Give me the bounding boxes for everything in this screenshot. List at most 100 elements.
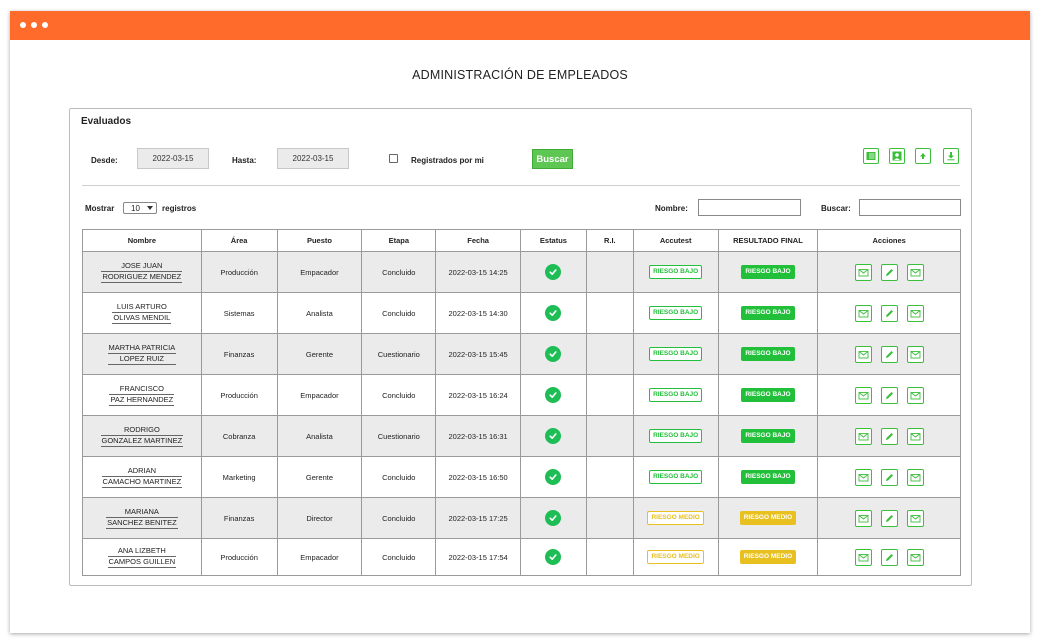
registrados-checkbox[interactable] xyxy=(389,154,398,163)
search-input[interactable] xyxy=(859,199,961,216)
registrados-label: Registrados por mi xyxy=(411,156,484,165)
cell-area: Producción xyxy=(200,375,277,415)
cell-acciones xyxy=(817,457,960,497)
edit-pencil-icon xyxy=(884,431,895,442)
buscar-button[interactable]: Buscar xyxy=(532,149,573,169)
cell-acciones xyxy=(817,252,960,292)
employee-name-link[interactable]: RODRIGO GONZALEZ MARTINEZ xyxy=(100,425,184,447)
employee-last-name[interactable]: LOPEZ RUIZ xyxy=(107,354,177,365)
download-button[interactable] xyxy=(943,148,959,164)
cell-estatus xyxy=(520,375,586,415)
cell-ri xyxy=(585,498,633,538)
employee-last-name[interactable]: CAMACHO MARTINEZ xyxy=(101,477,183,488)
mail-button[interactable] xyxy=(906,509,924,527)
employee-name-link[interactable]: MARIANA SANCHEZ BENITEZ xyxy=(106,507,178,529)
edit-button[interactable] xyxy=(880,548,898,566)
employee-name-link[interactable]: JOSE JUAN RODRIGUEZ MENDEZ xyxy=(101,261,183,283)
employee-first-name[interactable]: JOSE JUAN xyxy=(101,261,183,272)
column-header[interactable]: Puesto xyxy=(276,230,362,251)
mail-icon xyxy=(858,349,869,360)
mail-button[interactable] xyxy=(854,468,872,486)
table-row: JOSE JUAN RODRIGUEZ MENDEZ Producción Empac… xyxy=(83,251,960,292)
column-header[interactable]: Estatus xyxy=(520,230,586,251)
employee-first-name[interactable]: ADRIAN xyxy=(101,466,183,477)
mail-button[interactable] xyxy=(854,427,872,445)
employee-name-link[interactable]: FRANCISCO PAZ HERNANDEZ xyxy=(109,384,175,406)
edit-button[interactable] xyxy=(880,509,898,527)
upload-button[interactable] xyxy=(915,148,931,164)
employee-last-name[interactable]: OLIVAS MENDIL xyxy=(112,313,172,324)
mail-button[interactable] xyxy=(854,345,872,363)
nombre-input[interactable] xyxy=(698,199,801,216)
mail-button[interactable] xyxy=(854,304,872,322)
column-header[interactable]: RESULTADO FINAL xyxy=(717,230,818,251)
window-dot-icon[interactable] xyxy=(42,22,48,28)
edit-button[interactable] xyxy=(880,263,898,281)
mail-button[interactable] xyxy=(906,304,924,322)
employee-first-name[interactable]: MARTHA PATRICIA xyxy=(107,343,177,354)
page-size-select[interactable]: 10 xyxy=(123,202,157,214)
window-dot-icon[interactable] xyxy=(31,22,37,28)
mail-button[interactable] xyxy=(906,386,924,404)
hasta-date-field[interactable]: 2022-03-15 xyxy=(277,148,349,169)
check-circle-icon xyxy=(545,346,562,362)
employee-first-name[interactable]: MARIANA xyxy=(106,507,178,518)
column-header[interactable]: R.I. xyxy=(585,230,633,251)
employee-name-link[interactable]: ADRIAN CAMACHO MARTINEZ xyxy=(101,466,183,488)
employee-name-link[interactable]: MARTHA PATRICIA LOPEZ RUIZ xyxy=(107,343,177,365)
mail-button[interactable] xyxy=(906,468,924,486)
employee-last-name[interactable]: SANCHEZ BENITEZ xyxy=(106,518,178,529)
employee-last-name[interactable]: GONZALEZ MARTINEZ xyxy=(100,436,184,447)
column-header[interactable]: Etapa xyxy=(361,230,435,251)
edit-button[interactable] xyxy=(880,304,898,322)
window-dot-icon[interactable] xyxy=(20,22,26,28)
column-header[interactable]: Área xyxy=(200,230,277,251)
edit-button[interactable] xyxy=(880,427,898,445)
employee-name-link[interactable]: ANA LIZBETH CAMPOS GUILLEN xyxy=(107,546,177,568)
cell-accutest: RIESGO BAJO xyxy=(632,334,718,374)
mail-button[interactable] xyxy=(854,548,872,566)
user-button[interactable] xyxy=(889,148,905,164)
employee-last-name[interactable]: PAZ HERNANDEZ xyxy=(109,395,175,406)
list-view-button[interactable] xyxy=(863,148,879,164)
table-row: ADRIAN CAMACHO MARTINEZ Marketing Gerente Co… xyxy=(83,456,960,497)
column-header[interactable]: Acciones xyxy=(817,230,960,251)
cell-etapa: Concluido xyxy=(361,293,435,333)
employee-last-name[interactable]: RODRIGUEZ MENDEZ xyxy=(101,272,183,283)
column-header[interactable]: Fecha xyxy=(435,230,520,251)
edit-button[interactable] xyxy=(880,468,898,486)
employee-first-name[interactable]: RODRIGO xyxy=(100,425,184,436)
employee-first-name[interactable]: LUIS ARTURO xyxy=(112,302,172,313)
mail-button[interactable] xyxy=(906,548,924,566)
cell-area: Sistemas xyxy=(200,293,277,333)
cell-acciones xyxy=(817,539,960,575)
mail-icon xyxy=(910,349,921,360)
cell-resultado-final: RIESGO MEDIO xyxy=(717,539,818,575)
mail-button[interactable] xyxy=(854,386,872,404)
chevron-down-icon xyxy=(147,206,153,210)
edit-button[interactable] xyxy=(880,386,898,404)
mail-button[interactable] xyxy=(906,263,924,281)
cell-nombre: ANA LIZBETH CAMPOS GUILLEN xyxy=(83,539,201,575)
table-row: MARIANA SANCHEZ BENITEZ Finanzas Director Co… xyxy=(83,497,960,538)
employee-name-link[interactable]: LUIS ARTURO OLIVAS MENDIL xyxy=(112,302,172,324)
cell-nombre: RODRIGO GONZALEZ MARTINEZ xyxy=(83,416,201,456)
employee-last-name[interactable]: CAMPOS GUILLEN xyxy=(107,557,177,568)
mail-button[interactable] xyxy=(906,427,924,445)
edit-button[interactable] xyxy=(880,345,898,363)
column-header[interactable]: Nombre xyxy=(83,230,201,251)
cell-fecha: 2022-03-15 16:31 xyxy=(435,416,520,456)
cell-ri xyxy=(585,416,633,456)
evaluados-panel: Evaluados Desde: 2022-03-15 Hasta: 2022-… xyxy=(69,108,972,586)
desde-date-field[interactable]: 2022-03-15 xyxy=(137,148,209,169)
employee-first-name[interactable]: ANA LIZBETH xyxy=(107,546,177,557)
mail-button[interactable] xyxy=(854,263,872,281)
mail-button[interactable] xyxy=(854,509,872,527)
table-header-row: Nombre Área Puesto Etapa Fecha Estatus R.I. Acc… xyxy=(83,230,960,251)
column-header[interactable]: Accutest xyxy=(632,230,718,251)
employee-first-name[interactable]: FRANCISCO xyxy=(109,384,175,395)
cell-estatus xyxy=(520,293,586,333)
nombre-label: Nombre: xyxy=(655,204,688,213)
edit-pencil-icon xyxy=(884,552,895,563)
mail-button[interactable] xyxy=(906,345,924,363)
